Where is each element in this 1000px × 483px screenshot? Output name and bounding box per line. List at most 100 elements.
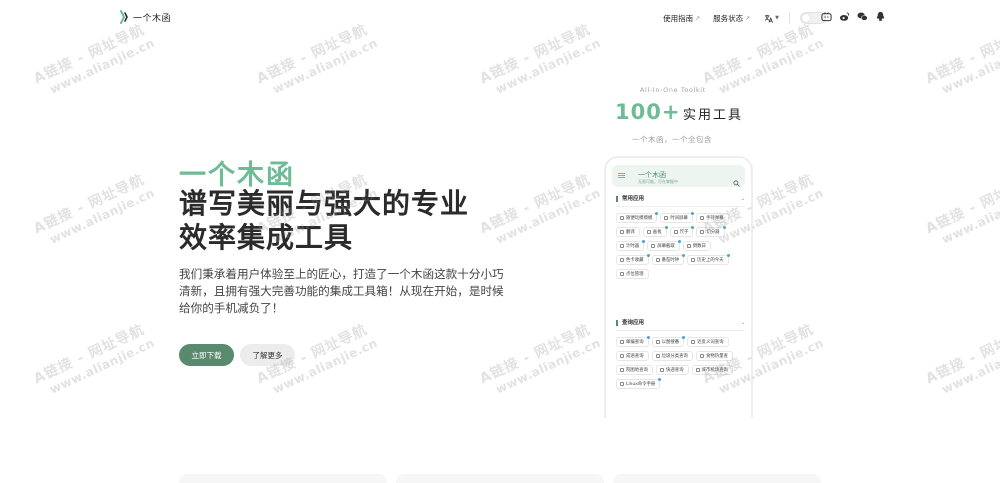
app-tag-label: 垃圾分类查询 [661,354,688,359]
translate-icon [764,14,774,23]
language-switcher[interactable]: ▼ [764,14,779,23]
app-tag[interactable]: 切分器 [696,226,726,237]
qq-icon[interactable] [875,11,886,22]
watermark: A链接 - 网址导航 www.alianjie.cn [477,321,603,397]
feature-card [613,474,821,483]
download-button[interactable]: 立即下载 [179,344,234,366]
hero-title-line2: 效率集成工具 [179,221,354,254]
feature-card [179,474,387,483]
section-query-apps: 查询应用 ⌄ 邮编查询 以图搜番 近反义词查询成语查询 垃圾分类查询 食物热量查院图地查… [616,318,745,389]
phone-app-tagline: 无限可能，尽在掌握中 [638,179,678,184]
brand-name: 一个木函 [133,14,172,24]
external-link-icon: ↗ [745,14,751,22]
wechat-icon[interactable] [857,11,868,22]
bilibili-icon[interactable] [821,11,832,22]
app-tag-label: 翻译 [626,230,635,235]
hero-title: 谱写美丽与强大的专业 效率集成工具 [179,187,519,255]
app-tag-label: 食物热量查 [705,354,728,359]
hero-title-line1: 谱写美丽与强大的专业 [179,187,470,220]
app-tag[interactable]: 随便玩摸摸模 [616,212,659,223]
app-tag[interactable]: 番茄时钟 [651,254,686,265]
app-icon [620,368,624,372]
app-tag[interactable]: 计时器 [616,240,646,251]
watermark: A链接 - 网址导航 www.alianjie.cn [923,171,1000,247]
chevron-down-icon[interactable]: ⌄ [741,196,745,202]
menu-icon[interactable] [618,173,625,178]
app-tag[interactable]: 倒数日 [682,241,711,251]
wood-box-logo-icon [120,10,128,24]
app-tag-label: 手持弹幕 [705,216,724,221]
new-badge-dot [682,254,686,257]
watermark: A链接 - 网址导航 www.alianjie.cn [31,321,157,397]
app-tag-label: 随便玩摸摸模 [626,216,653,221]
app-tag[interactable]: 尺子 [669,226,695,237]
learn-more-button[interactable]: 了解更多 [240,344,295,366]
app-tag[interactable]: 食物热量查 [695,351,733,361]
app-tag-label: 时间屏幕 [670,216,688,221]
nav-link-status[interactable]: 服务状态 ↗ [713,13,750,24]
tag-list: 邮编查询 以图搜番 近反义词查询成语查询 垃圾分类查询 食物热量查院图地查询 快递查询 城市… [616,336,745,389]
app-icon [620,340,624,344]
section-common-apps: 常用应用 ⌄ 随便玩摸摸模 时间屏幕 手持弹幕翻译 画板 尺子 切分器计时器 屏幕截取 倒数日… [616,194,745,279]
app-tag-label: 成语查询 [626,354,644,359]
app-tag-label: Linux命令手册 [626,382,656,387]
app-icon [686,244,691,248]
app-tag-label: 邮编查询 [626,340,644,345]
app-tag[interactable]: 近反义词查询 [687,337,729,347]
app-tag[interactable]: 屏幕截取 [647,240,681,251]
promo-label: 实用工具 [683,108,744,123]
promo-kicker: All-In-One Toolkit [640,86,706,94]
app-icon [655,354,660,358]
app-tag[interactable]: 时间屏幕 [660,212,694,223]
new-badge-dot [642,240,646,243]
app-tag-label: 点位管理 [626,272,644,277]
app-tag-label: 城市机场查询 [701,368,728,373]
section-title: 查询应用 [616,320,644,326]
app-tag-label: 近反义词查询 [697,340,724,345]
app-tag[interactable]: 城市机场查询 [691,365,733,375]
app-tag-label: 倒数日 [692,244,706,249]
nav-divider [789,12,790,24]
app-tag[interactable]: 翻译 [616,227,640,237]
search-icon[interactable] [733,172,740,187]
app-tag[interactable]: 邮编查询 [616,336,650,347]
app-icon [664,216,669,220]
app-icon [651,244,656,248]
nav-link-guide-label: 使用指南 [663,13,694,23]
watermark: A链接 - 网址导航 www.alianjie.cn [923,321,1000,397]
app-tag[interactable]: 快递查询 [655,365,689,375]
app-tag[interactable]: 历史上的今天 [687,254,730,265]
app-tag-label: 尺子 [679,230,689,235]
site-header: 一个木函 使用指南 ↗ 服务状态 ↗ ▼ [0,0,1000,36]
app-icon [655,340,660,344]
new-badge-dot [664,226,668,229]
app-tag[interactable]: 色卡收藏 [616,254,650,265]
hero-description: 我们秉承着用户体验至上的匠心，打造了一个木函这款十分小巧清新，且拥有强大完善功能… [179,267,504,315]
app-tag-label: 快递查询 [665,368,684,373]
app-tag[interactable]: 手持弹幕 [695,213,729,223]
app-tag[interactable]: 垃圾分类查询 [651,351,693,361]
app-tag[interactable]: 成语查询 [616,351,649,361]
promo-count: 100+ [615,100,681,124]
section-title: 常用应用 [616,196,644,202]
nav-link-status-label: 服务状态 [713,13,744,23]
new-badge-dot [646,254,650,257]
app-tag-label: 番茄时钟 [661,258,680,263]
app-tag[interactable]: 画板 [642,226,668,237]
external-link-icon: ↗ [695,14,701,22]
app-tag[interactable]: 院图地查询 [616,365,653,375]
app-tag[interactable]: Linux命令手册 [616,378,662,389]
app-tag-label: 以图搜番 [661,340,680,345]
nav-link-guide[interactable]: 使用指南 ↗ [663,13,700,24]
promo-subtitle: 一个木函，一个全包含 [632,135,712,144]
phone-mockup: 一个木函 无限可能，尽在掌握中 常用应用 ⌄ 随便玩摸摸模 时间屏幕 手持弹幕 翻译 画… [604,156,753,418]
chevron-down-icon: ▼ [775,15,779,21]
app-tag[interactable]: 以图搜番 [651,336,686,347]
app-tag[interactable]: 点位管理 [616,269,649,279]
app-tag-label: 切分器 [706,230,720,235]
chevron-down-icon[interactable]: ⌄ [741,320,745,326]
weibo-icon[interactable] [839,11,850,22]
app-tag-label: 计时器 [626,244,640,249]
app-icon [699,216,704,220]
brand-link[interactable]: 一个木函 [118,10,171,25]
